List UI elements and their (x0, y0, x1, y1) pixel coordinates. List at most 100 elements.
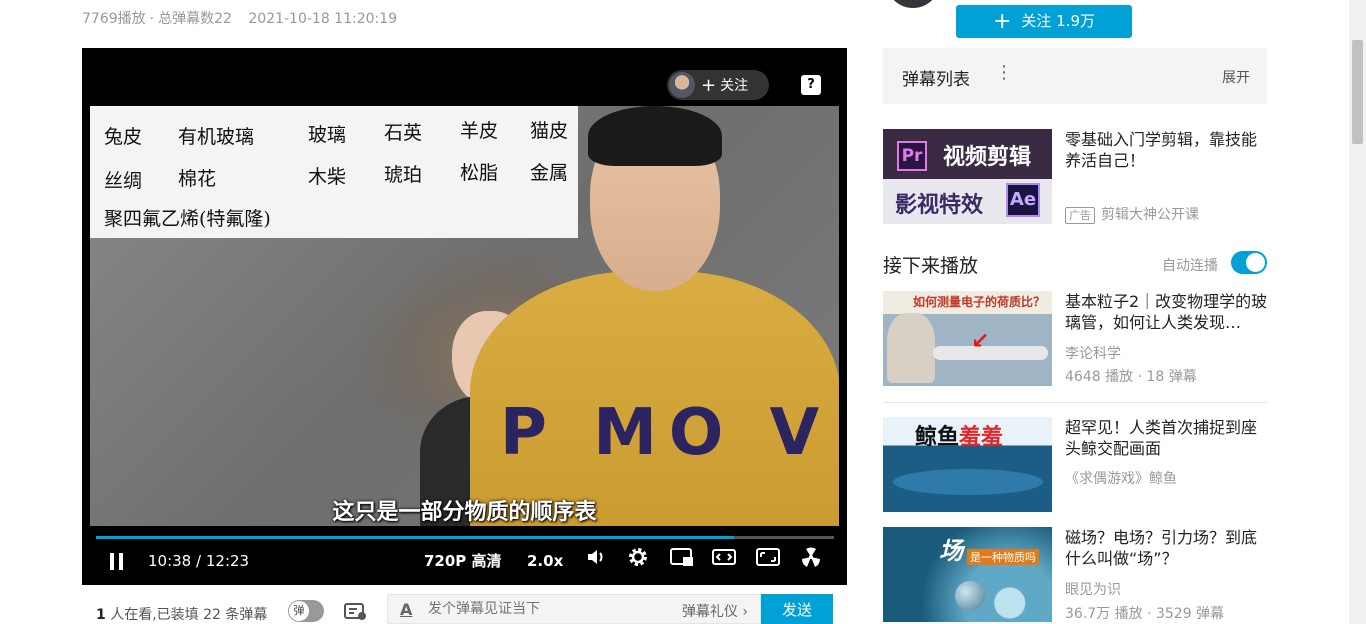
viewer-text: 人在看,已装填 22 条弹幕 (105, 607, 268, 623)
player-follow-label: 关注 (720, 78, 749, 94)
video-frame[interactable]: P MO V 兔皮 有机玻璃 玻璃 石英 羊皮 猫皮 丝绸 棉花 木柴 琥珀 松… (90, 106, 839, 526)
recommendation-thumbnail[interactable]: 鲸鱼羞羞 (883, 417, 1052, 512)
danmaku-list-panel[interactable]: 弹幕列表 ⋮ 展开 (883, 48, 1267, 104)
web-fullscreen-icon[interactable] (756, 546, 780, 576)
uploader-avatar (669, 72, 695, 98)
thumb-caption: 如何测量电子的荷质比？ (913, 295, 1046, 309)
thumb-caption: 场 (939, 537, 963, 565)
thumb-whale (893, 469, 1043, 495)
time-separator: / (196, 552, 202, 570)
thumb-caption: 鲸鱼羞羞 (915, 419, 1003, 451)
danmaku-list-expand[interactable]: 展开 (1222, 67, 1250, 87)
ad-thumb-text: 影视特效 (895, 193, 984, 218)
progress-fill (96, 536, 735, 539)
table-cell: 有机玻璃 (178, 126, 255, 148)
quality-button[interactable]: 720P 高清 (424, 546, 502, 576)
danmaku-count: 总弹幕数22 (158, 11, 232, 27)
red-arrow-icon: ↙ (971, 329, 990, 354)
widescreen-icon[interactable] (712, 546, 736, 576)
video-meta: 7769播放 · 总弹幕数22 2021-10-18 11:20:19 (82, 8, 397, 28)
danmaku-bar: 1 人在看,已装填 22 条弹幕 弹 A 弹幕礼仪 › 发送 (82, 594, 847, 624)
danmaku-input[interactable] (428, 601, 648, 617)
thumb-caption-2: 是一种物质吗 (967, 549, 1039, 565)
table-cell: 丝绸 (104, 170, 143, 192)
more-options-icon[interactable]: ⋮ (995, 62, 1013, 83)
uploader-avatar-large[interactable] (886, 0, 940, 8)
ad-source: 广告 剪辑大神公开课 (1065, 204, 1199, 224)
help-icon[interactable]: ? (801, 75, 821, 95)
thumb-sphere (955, 581, 985, 611)
ad-source-name[interactable]: 剪辑大神公开课 (1101, 207, 1199, 223)
table-cell: 琥珀 (384, 164, 423, 186)
follow-button[interactable]: + 关注 1.9万 (956, 5, 1132, 38)
table-cell: 松脂 (460, 162, 499, 184)
current-time: 10:38 (148, 552, 192, 570)
player-follow-button[interactable]: + 关注 (667, 70, 769, 100)
ad-thumbnail[interactable]: Pr 视频剪辑 影视特效 Ae (883, 129, 1052, 224)
page-scrollbar[interactable] (1349, 0, 1366, 624)
viewer-info: 1 人在看,已装填 22 条弹幕 (96, 604, 267, 624)
text-style-icon[interactable]: A (400, 600, 412, 619)
table-cell: 聚四氟乙烯(特氟隆) (104, 208, 271, 230)
recommendation-stats: 36.7万 播放 · 3529 弹幕 (1065, 606, 1225, 622)
recommendation-title[interactable]: 磁场？电场？引力场？到底什么叫做“场”？ (1065, 527, 1270, 569)
recommendation-author[interactable]: 李论科学 (1065, 343, 1121, 363)
time-display: 10:38 / 12:23 (148, 546, 249, 576)
triboelectric-table: 兔皮 有机玻璃 玻璃 石英 羊皮 猫皮 丝绸 棉花 木柴 琥珀 松脂 金属 聚四… (90, 106, 578, 238)
recommendation-title[interactable]: 超罕见！人类首次捕捉到座头鲸交配画面 (1065, 417, 1270, 459)
speed-button[interactable]: 2.0x (527, 546, 563, 576)
player-controls: 10:38 / 12:23 720P 高清 2.0x (82, 546, 847, 576)
duration: 12:23 (205, 552, 250, 570)
plus-icon: + (992, 9, 1012, 34)
table-cell: 猫皮 (530, 120, 569, 142)
viewer-count: 1 (96, 607, 106, 623)
autoplay-label: 自动连播 (1162, 258, 1218, 274)
ad-badge: 广告 (1065, 207, 1095, 224)
volume-icon[interactable] (584, 546, 608, 576)
switch-knob (1246, 253, 1265, 272)
ad-thumb-text: 视频剪辑 (943, 145, 1032, 170)
recommendation-thumbnail[interactable]: 如何测量电子的荷质比？ ↙ (883, 291, 1052, 386)
table-cell: 玻璃 (308, 124, 347, 146)
recommendation-thumbnail[interactable]: 场 是一种物质吗 (883, 527, 1052, 622)
recommendation-title[interactable]: 基本粒子2｜改变物理学的玻璃管，如何让人类发现… (1065, 291, 1270, 333)
danmaku-list-title: 弹幕列表 (902, 70, 970, 90)
video-player[interactable]: + 关注 ? P MO V 兔皮 有机玻璃 玻璃 石英 羊皮 猫皮 丝绸 棉花 … (82, 48, 847, 585)
pause-button[interactable] (108, 546, 128, 576)
mini-player-icon[interactable] (670, 546, 694, 576)
danmaku-toggle[interactable]: 弹 (288, 600, 324, 622)
hoodie-print: P MO V (500, 396, 832, 470)
autoplay-switch[interactable] (1231, 251, 1267, 274)
danmaku-settings-icon[interactable] (344, 602, 368, 624)
ad-title[interactable]: 零基础入门学剪辑，靠技能养活自己！ (1065, 129, 1270, 171)
thumb-tube (933, 346, 1048, 360)
recommendation-stats: 4648 播放 · 18 弹幕 (1065, 369, 1197, 385)
table-cell: 石英 (384, 122, 423, 144)
send-danmaku-button[interactable]: 发送 (761, 594, 833, 624)
play-count: 7769播放 (82, 11, 146, 27)
divider (883, 402, 1267, 403)
thumb-caption-a: 鲸鱼 (915, 425, 960, 450)
recommendation-author[interactable]: 眼见为识 (1065, 579, 1121, 599)
video-subtitle: 这只是一部分物质的顺序表 (332, 500, 597, 525)
next-up-heading: 接下来播放 (883, 255, 979, 277)
danmaku-input-box[interactable]: A 弹幕礼仪 › (387, 594, 761, 624)
table-cell: 木柴 (308, 166, 347, 188)
presenter-hair (588, 106, 722, 166)
publish-date: 2021-10-18 11:20:19 (248, 11, 398, 27)
recommendation-author[interactable]: 《求偶游戏》鲸鱼 (1065, 468, 1177, 488)
scrollbar-thumb[interactable] (1352, 40, 1363, 144)
follow-button-label: 关注 1.9万 (1021, 12, 1096, 30)
settings-gear-icon[interactable] (626, 546, 650, 576)
progress-bar[interactable] (96, 536, 834, 539)
meta-separator: · (149, 11, 155, 27)
premiere-logo-icon: Pr (897, 141, 927, 171)
danmaku-etiquette-link[interactable]: 弹幕礼仪 › (682, 601, 748, 621)
after-effects-logo-icon: Ae (1006, 183, 1040, 217)
fullscreen-radiation-icon[interactable] (799, 546, 823, 576)
thumb-portrait (887, 313, 935, 383)
table-cell: 兔皮 (104, 126, 143, 148)
plus-icon: + (701, 74, 717, 96)
danmaku-toggle-label: 弹 (289, 601, 309, 621)
table-cell: 棉花 (178, 168, 217, 190)
